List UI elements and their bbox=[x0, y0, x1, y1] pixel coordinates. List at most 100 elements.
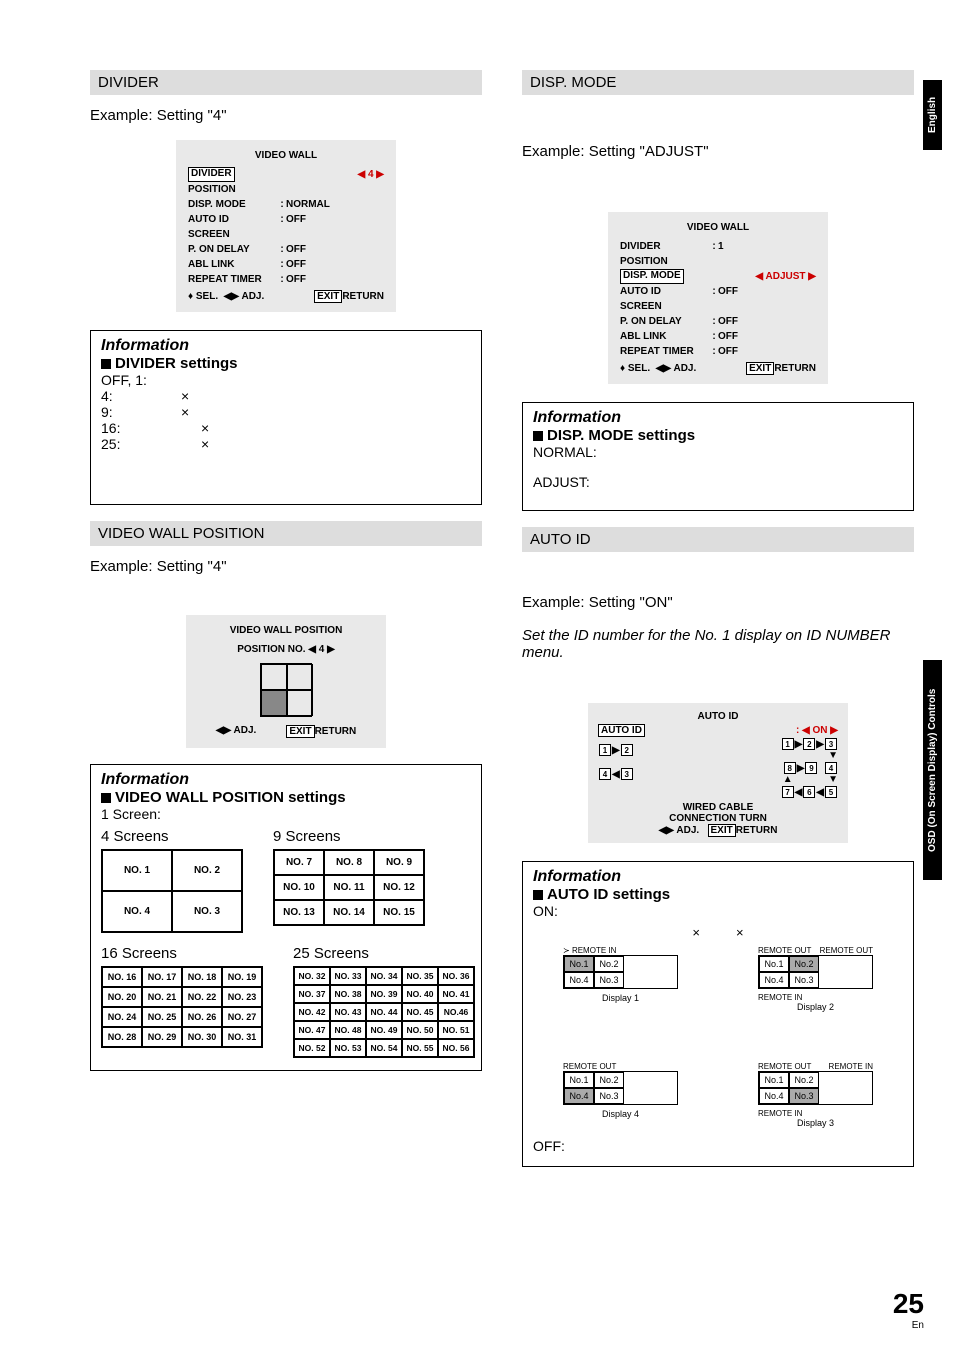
dm-val-dispmode: ◀ ADJUST ▶ bbox=[755, 269, 816, 284]
grid-cell: No.2 bbox=[594, 1072, 624, 1088]
grid-cell: NO. 10 bbox=[274, 875, 324, 900]
divider-x-4: × bbox=[181, 388, 189, 404]
grid-cell: NO. 55 bbox=[402, 1039, 438, 1057]
grid-cell: No.4 bbox=[759, 972, 789, 988]
grid-cell: NO. 15 bbox=[374, 900, 424, 925]
autoid-off: OFF: bbox=[533, 1138, 903, 1154]
osd-dispmode: VIDEO WALL DIVIDER:1 POSITION DISP. MODE… bbox=[608, 212, 828, 384]
grid-cell: NO. 38 bbox=[330, 985, 366, 1003]
divider-setting-16: 16: bbox=[101, 420, 141, 436]
aid-adj: ADJ. bbox=[676, 825, 699, 836]
grid-cell: NO. 24 bbox=[102, 1007, 142, 1027]
dm-footer-ret: RETURN bbox=[774, 363, 816, 374]
divider-x-16: × bbox=[201, 420, 209, 436]
aid-left-seq2: 4◀3 bbox=[598, 768, 634, 780]
grid-cell: No.1 bbox=[564, 1072, 594, 1088]
info-title-position: Information bbox=[101, 771, 471, 789]
aid-ret: RETURN bbox=[736, 825, 778, 836]
grid-cell: NO. 34 bbox=[366, 967, 402, 985]
grid-cell: NO. 21 bbox=[142, 987, 182, 1007]
info-title-divider: Information bbox=[101, 337, 471, 355]
dm-val-autoid: OFF bbox=[718, 284, 738, 299]
grid-cell: NO. 19 bbox=[222, 967, 262, 987]
diag-remote-out-top2: REMOTE OUT bbox=[820, 946, 873, 955]
side-tab-english: English bbox=[923, 80, 942, 150]
aid-right-r2: 8▶9 4▲▼ bbox=[783, 762, 838, 785]
grid-cell: NO. 39 bbox=[366, 985, 402, 1003]
grid-cell: NO. 26 bbox=[182, 1007, 222, 1027]
grid-cell: NO. 47 bbox=[294, 1021, 330, 1039]
aid-wired: WIRED CABLE bbox=[598, 802, 838, 813]
grid-cell: No.3 bbox=[594, 972, 624, 988]
grid-cell: NO. 54 bbox=[366, 1039, 402, 1057]
grid-cell: NO. 12 bbox=[374, 875, 424, 900]
osd-row-dispmode: DISP. MODE bbox=[188, 197, 278, 212]
dm-row-autoid: AUTO ID bbox=[620, 284, 710, 299]
aid-title: AUTO ID bbox=[598, 711, 838, 722]
grid-cell: No.2 bbox=[789, 1072, 819, 1088]
osd-val-autoid: OFF bbox=[286, 212, 306, 227]
grid-9screens: NO. 7NO. 8NO. 9NO. 10NO. 11NO. 12NO. 13N… bbox=[273, 849, 425, 926]
grid-cell: NO. 4 bbox=[102, 891, 172, 932]
diag-d2: Display 2 bbox=[758, 1002, 873, 1012]
dm-row-pondelay: P. ON DELAY bbox=[620, 314, 710, 329]
left-column: DIVIDER Example: Setting "4" VIDEO WALL … bbox=[90, 70, 482, 1183]
dm-row-abllink: ABL LINK bbox=[620, 329, 710, 344]
dm-footer-exit: EXIT bbox=[746, 362, 774, 375]
grid-cell: NO. 7 bbox=[274, 850, 324, 875]
info-sub-position: VIDEO WALL POSITION settings bbox=[101, 789, 471, 806]
aid-conn: CONNECTION TURN bbox=[598, 813, 838, 824]
aid-exit: EXIT bbox=[708, 824, 736, 837]
osd-val-pondelay: OFF bbox=[286, 242, 306, 257]
diag-d4: Display 4 bbox=[563, 1109, 678, 1119]
grid-cell: NO. 8 bbox=[324, 850, 374, 875]
aid-right-r3: 7◀6◀5 bbox=[781, 786, 838, 798]
grid-cell: NO. 13 bbox=[274, 900, 324, 925]
grid-cell: NO. 27 bbox=[222, 1007, 262, 1027]
grid-cell: NO. 35 bbox=[402, 967, 438, 985]
grid-cell: NO. 28 bbox=[102, 1027, 142, 1047]
aid-sel-value: : ◀ ON ▶ bbox=[796, 725, 838, 736]
diag-d3: Display 3 bbox=[758, 1118, 873, 1128]
h-16screens: 16 Screens bbox=[101, 945, 263, 962]
grid-cell: NO. 52 bbox=[294, 1039, 330, 1057]
osd-footer-adj: ADJ. bbox=[241, 291, 264, 302]
grid-4screens: NO. 1NO. 2NO. 4NO. 3 bbox=[101, 849, 243, 933]
grid-cell: No.3 bbox=[789, 972, 819, 988]
grid-25screens: NO. 32NO. 33NO. 34NO. 35NO. 36NO. 37NO. … bbox=[293, 966, 475, 1058]
diag-remote-in-1: REMOTE IN bbox=[572, 946, 616, 955]
autoid-diagram: ≻ REMOTE IN No.1No.2No.4No.3 Display 1 R… bbox=[533, 946, 903, 1128]
grid-cell: NO. 30 bbox=[182, 1027, 222, 1047]
divider-setting-25: 25: bbox=[101, 436, 141, 452]
grid-cell: NO. 22 bbox=[182, 987, 222, 1007]
diag-remote-in-3b: REMOTE IN bbox=[758, 1109, 873, 1118]
heading-autoid: AUTO ID bbox=[522, 527, 914, 552]
grid-cell: NO. 11 bbox=[324, 875, 374, 900]
diag-remote-in-2: REMOTE IN bbox=[758, 993, 873, 1002]
aid-sel-label: AUTO ID bbox=[598, 724, 645, 737]
grid-cell: NO. 36 bbox=[438, 967, 474, 985]
grid-cell: NO. 50 bbox=[402, 1021, 438, 1039]
grid-cell: NO. 48 bbox=[330, 1021, 366, 1039]
info-position: Information VIDEO WALL POSITION settings… bbox=[90, 764, 482, 1071]
aid-left-seq1: 1▶2 bbox=[598, 744, 634, 756]
osd-position-title: VIDEO WALL POSITION bbox=[196, 625, 376, 636]
grid-cell: NO. 44 bbox=[366, 1003, 402, 1021]
grid-cell: NO. 33 bbox=[330, 967, 366, 985]
dm-row-repeat: REPEAT TIMER bbox=[620, 344, 710, 359]
grid-cell: No.4 bbox=[564, 1088, 594, 1104]
grid-cell: NO. 29 bbox=[142, 1027, 182, 1047]
osd-val-dispmode: NORMAL bbox=[286, 197, 330, 212]
osd-row-abllink: ABL LINK bbox=[188, 257, 278, 272]
h-4screens: 4 Screens bbox=[101, 828, 243, 845]
grid-cell: NO.46 bbox=[438, 1003, 474, 1021]
osd-footer-sel: SEL. bbox=[196, 291, 218, 302]
heading-position: VIDEO WALL POSITION bbox=[90, 521, 482, 546]
grid-cell: NO. 56 bbox=[438, 1039, 474, 1057]
osd-divider: VIDEO WALL DIVIDER◀ 4 ▶ POSITION DISP. M… bbox=[176, 140, 396, 312]
right-column: DISP. MODE Example: Setting "ADJUST" VID… bbox=[522, 70, 914, 1183]
osd-val-repeat: OFF bbox=[286, 272, 306, 287]
info-sub-dispmode: DISP. MODE settings bbox=[533, 427, 903, 444]
osd-row-autoid: AUTO ID bbox=[188, 212, 278, 227]
diag-remote-out-3: REMOTE OUT bbox=[758, 1062, 811, 1071]
